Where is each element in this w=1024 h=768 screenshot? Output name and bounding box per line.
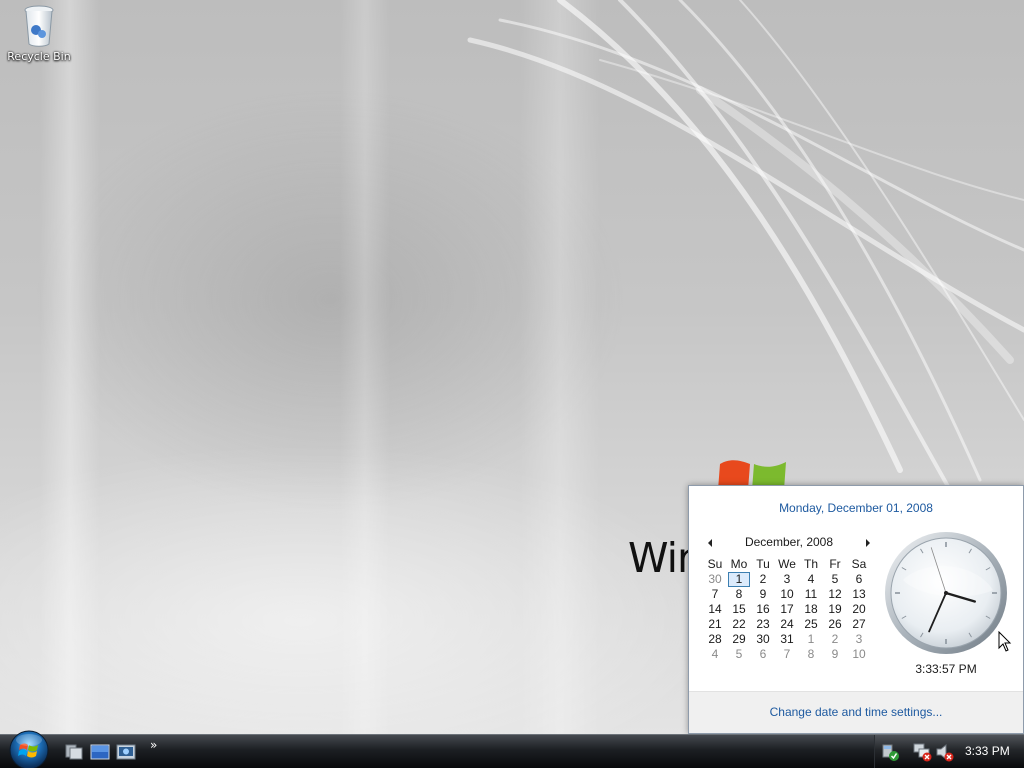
calendar-weekday-row: Su Mo Tu We Th Fr Sa: [703, 557, 875, 572]
date-time-flyout: Monday, December 01, 2008 December, 2008…: [688, 485, 1024, 734]
calendar-day[interactable]: 19: [823, 602, 847, 617]
change-date-time-settings-link[interactable]: Change date and time settings...: [770, 705, 943, 719]
calendar-day[interactable]: 9: [751, 587, 775, 602]
recycle-bin-icon: [23, 4, 55, 48]
calendar-day[interactable]: 13: [847, 587, 871, 602]
calendar-day[interactable]: 6: [751, 647, 775, 662]
taskbar: » 3:33 PM: [0, 730, 1024, 768]
show-desktop-icon[interactable]: [90, 743, 110, 761]
weekday-label: Mo: [730, 557, 748, 571]
flyout-footer: Change date and time settings...: [689, 691, 1023, 733]
calendar: December, 2008 Su Mo Tu We Th Fr Sa 30 1 2 3 4 5 6 7 8 9…: [703, 535, 875, 662]
calendar-day[interactable]: 27: [847, 617, 871, 632]
calendar-day[interactable]: 18: [799, 602, 823, 617]
long-date-link[interactable]: Monday, December 01, 2008: [689, 501, 1023, 515]
network-disconnected-icon[interactable]: [913, 742, 933, 762]
calendar-day[interactable]: 9: [823, 647, 847, 662]
calendar-day[interactable]: 30: [703, 572, 727, 587]
calendar-week-row: 7 8 9 10 11 12 13: [703, 587, 875, 602]
calendar-day[interactable]: 5: [823, 572, 847, 587]
desktop-icon-recycle-bin[interactable]: Recycle Bin: [6, 4, 72, 63]
calendar-week-row: 21 22 23 24 25 26 27: [703, 617, 875, 632]
calendar-day[interactable]: 21: [703, 617, 727, 632]
calendar-day[interactable]: 1: [799, 632, 823, 647]
weekday-label: Tu: [756, 557, 770, 571]
previous-month-arrow-icon[interactable]: [706, 537, 716, 547]
calendar-day[interactable]: 17: [775, 602, 799, 617]
calendar-day[interactable]: 31: [775, 632, 799, 647]
calendar-week-row: 14 15 16 17 18 19 20: [703, 602, 875, 617]
weekday-label: Sa: [851, 557, 867, 571]
windows-start-orb-icon[interactable]: [8, 729, 50, 768]
taskbar-clock[interactable]: 3:33 PM: [965, 744, 1010, 758]
weekday-label: We: [778, 557, 796, 571]
mouse-pointer-icon: [998, 631, 1012, 652]
calendar-day[interactable]: 28: [703, 632, 727, 647]
security-center-icon[interactable]: [881, 742, 901, 762]
next-month-arrow-icon[interactable]: [862, 537, 872, 547]
calendar-day[interactable]: 26: [823, 617, 847, 632]
calendar-day[interactable]: 25: [799, 617, 823, 632]
media-player-icon[interactable]: [116, 743, 136, 761]
calendar-day[interactable]: 20: [847, 602, 871, 617]
digital-time: 3:33:57 PM: [915, 662, 977, 676]
calendar-day[interactable]: 7: [775, 647, 799, 662]
calendar-day[interactable]: 23: [751, 617, 775, 632]
switch-windows-icon[interactable]: [64, 743, 84, 761]
calendar-day[interactable]: 12: [823, 587, 847, 602]
calendar-day[interactable]: 14: [703, 602, 727, 617]
calendar-day[interactable]: 10: [847, 647, 871, 662]
calendar-day[interactable]: 29: [727, 632, 751, 647]
calendar-day-today[interactable]: 1: [727, 572, 751, 587]
calendar-day[interactable]: 7: [703, 587, 727, 602]
calendar-day[interactable]: 15: [727, 602, 751, 617]
calendar-week-row: 4 5 6 7 8 9 10: [703, 647, 875, 662]
calendar-day[interactable]: 4: [799, 572, 823, 587]
calendar-day[interactable]: 30: [751, 632, 775, 647]
calendar-day[interactable]: 22: [727, 617, 751, 632]
calendar-day[interactable]: 8: [727, 587, 751, 602]
calendar-day[interactable]: 6: [847, 572, 871, 587]
calendar-day[interactable]: 3: [847, 632, 871, 647]
calendar-grid: Su Mo Tu We Th Fr Sa 30 1 2 3 4 5 6 7 8 9 10 11 12 13 14 15 16 1…: [703, 557, 875, 662]
quick-launch-overflow-chevron[interactable]: »: [150, 738, 157, 752]
calendar-day[interactable]: 10: [775, 587, 799, 602]
calendar-day[interactable]: 5: [727, 647, 751, 662]
calendar-day[interactable]: 2: [751, 572, 775, 587]
calendar-week-row: 30 1 2 3 4 5 6: [703, 572, 875, 587]
volume-muted-icon[interactable]: [935, 742, 955, 762]
calendar-day[interactable]: 16: [751, 602, 775, 617]
desktop-icon-label: Recycle Bin: [7, 50, 71, 63]
notification-area: 3:33 PM: [874, 735, 1024, 768]
calendar-day[interactable]: 2: [823, 632, 847, 647]
calendar-day[interactable]: 3: [775, 572, 799, 587]
calendar-day[interactable]: 4: [703, 647, 727, 662]
weekday-label: Th: [803, 557, 818, 571]
weekday-label: Fr: [829, 557, 841, 571]
calendar-header: December, 2008: [703, 535, 875, 551]
wallpaper-brand-text: Wir: [628, 534, 694, 582]
calendar-month-label[interactable]: December, 2008: [745, 535, 833, 549]
analog-clock: [885, 532, 1007, 654]
calendar-day[interactable]: 8: [799, 647, 823, 662]
calendar-day[interactable]: 11: [799, 587, 823, 602]
weekday-label: Su: [707, 557, 723, 571]
calendar-week-row: 28 29 30 31 1 2 3: [703, 632, 875, 647]
calendar-day[interactable]: 24: [775, 617, 799, 632]
